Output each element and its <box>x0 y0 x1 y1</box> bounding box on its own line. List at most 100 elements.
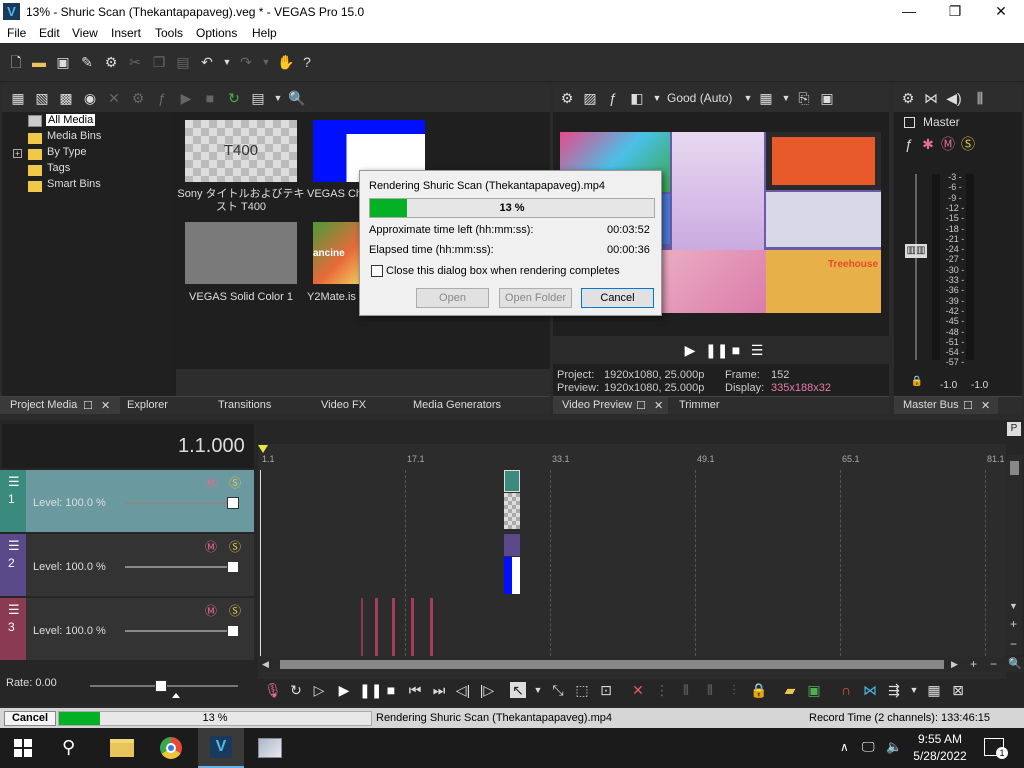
stop-icon[interactable]: ■ <box>728 342 744 358</box>
close-button[interactable]: ✕ <box>978 0 1024 24</box>
audio-clip[interactable] <box>375 598 378 656</box>
split-dropdown-icon[interactable]: ▼ <box>649 90 665 106</box>
video-clip[interactable] <box>504 534 520 556</box>
zoom-out-v-icon[interactable]: − <box>1010 637 1017 651</box>
track-menu-icon[interactable]: ☰ <box>8 474 20 490</box>
master-solo-icon[interactable]: Ⓢ <box>960 136 976 152</box>
tab-undock-icon[interactable]: ☐ <box>636 399 646 412</box>
delete-icon[interactable]: ✕ <box>630 682 646 698</box>
lock-icon[interactable]: 🔒 <box>909 374 925 390</box>
master-automation-icon[interactable]: ✱ <box>920 136 936 152</box>
ignore-grouping-icon[interactable]: ⊠ <box>950 682 966 698</box>
tab-video-preview[interactable]: Video Preview <box>562 399 632 411</box>
windows-start-icon[interactable] <box>14 739 32 757</box>
split-icon[interactable]: ⫶ <box>726 682 742 698</box>
properties-gear-icon[interactable]: ⚙ <box>103 54 119 70</box>
file-explorer-icon[interactable] <box>110 739 134 757</box>
playhead-marker[interactable] <box>258 445 268 453</box>
vertical-scrollbar[interactable]: ▲ ▼ + − <box>1007 455 1022 655</box>
track-level-knob[interactable] <box>227 497 239 509</box>
media-thumb-solid-color[interactable] <box>185 222 297 284</box>
tab-media-generators[interactable]: Media Generators <box>413 399 501 411</box>
tree-item-by-type[interactable]: By Type <box>47 146 87 158</box>
lock-envelopes-icon[interactable]: ▦ <box>926 682 942 698</box>
timeline-pause-icon[interactable]: ❚❚ <box>359 682 382 698</box>
media-properties-icon[interactable]: ⚙ <box>130 90 146 106</box>
track-level-slider[interactable] <box>125 502 235 504</box>
loop-playback-icon[interactable]: ↻ <box>288 682 304 698</box>
tray-chevron-icon[interactable]: ∧ <box>840 740 849 754</box>
insert-marker-icon[interactable]: ▰ <box>782 682 798 698</box>
hand-tool-icon[interactable]: ✋ <box>277 54 294 70</box>
views-icon[interactable]: ▤ <box>250 90 266 106</box>
redo-icon[interactable]: ↷ <box>238 54 254 70</box>
tab-undock-icon[interactable]: ☐ <box>963 399 973 412</box>
media-thumb-y2mate[interactable]: ancine <box>313 222 361 284</box>
undo-icon[interactable]: ↶ <box>199 54 215 70</box>
volume-icon[interactable]: 🔈 <box>886 739 902 755</box>
tab-trimmer[interactable]: Trimmer <box>679 399 720 411</box>
search-icon[interactable]: ⚲ <box>62 737 75 758</box>
play-icon[interactable]: ▶ <box>682 342 698 358</box>
vegas-taskbar-item[interactable]: V <box>198 728 244 768</box>
zoom-tool-icon[interactable]: 🔍 <box>1008 657 1022 670</box>
master-fx-icon[interactable]: ƒ <box>901 136 917 152</box>
selection-tool-icon[interactable]: ⬚ <box>574 682 590 698</box>
media-thumb-t400[interactable]: T400 <box>185 120 297 182</box>
track-menu-icon[interactable]: ☰ <box>8 538 20 554</box>
copy-snapshot-icon[interactable]: ⎘ <box>796 90 812 106</box>
faders-icon[interactable]: ⫼ <box>972 90 988 106</box>
new-file-icon[interactable]: 🗋 <box>8 54 24 70</box>
video-clip[interactable] <box>504 493 520 529</box>
save-as-icon[interactable]: ✎ <box>79 54 95 70</box>
envelope-tool-icon[interactable]: ⤡ <box>550 682 566 698</box>
rate-slider-knob[interactable] <box>155 680 167 692</box>
snapping-icon[interactable]: ∩ <box>838 682 854 698</box>
track-level-knob[interactable] <box>227 625 239 637</box>
media-play-icon[interactable]: ▶ <box>178 90 194 106</box>
trim-start-icon[interactable]: ⫴ <box>678 682 694 698</box>
tree-item-media-bins[interactable]: Media Bins <box>47 130 101 142</box>
paste-icon[interactable]: ▤ <box>175 54 191 70</box>
ripple-edit-icon[interactable]: ⇶ <box>886 682 902 698</box>
zoom-edit-tool-icon[interactable]: ⊡ <box>598 682 614 698</box>
h-scroll-thumb[interactable] <box>280 660 944 669</box>
menu-insert[interactable]: Insert <box>111 26 141 40</box>
save-icon[interactable]: ▣ <box>55 54 71 70</box>
horizontal-scrollbar[interactable]: ◀ ▶ + − 🔍 <box>258 657 1024 672</box>
lock-events-icon[interactable]: 🔒 <box>750 682 767 698</box>
scroll-down-icon[interactable]: ▼ <box>1009 601 1018 611</box>
track-3-header[interactable]: ☰ 3 Ⓜ Ⓢ Level: 100.0 % <box>0 598 254 660</box>
track-menu-icon[interactable]: ☰ <box>8 602 20 618</box>
scroll-right-icon[interactable]: ▶ <box>951 659 958 670</box>
menu-file[interactable]: File <box>7 26 26 40</box>
track-level-slider[interactable] <box>125 566 235 568</box>
ripple-dropdown-icon[interactable]: ▼ <box>906 682 922 698</box>
tab-close-icon[interactable]: ✕ <box>101 399 110 412</box>
normal-edit-tool-icon[interactable]: ↖ <box>510 682 526 698</box>
master-mute-icon[interactable]: Ⓜ <box>940 136 956 152</box>
app-icon[interactable] <box>258 738 282 758</box>
tree-item-all-media[interactable]: All Media <box>46 114 96 126</box>
audio-clip[interactable] <box>411 598 414 656</box>
media-fx-icon[interactable]: ƒ <box>154 90 170 106</box>
marker-icon[interactable]: P <box>1007 422 1021 436</box>
zoom-out-h-icon[interactable]: − <box>990 657 997 671</box>
video-fx-icon[interactable]: ƒ <box>605 90 621 106</box>
track-2-header[interactable]: ☰ 2 Ⓜ Ⓢ Level: 100.0 % <box>0 534 254 596</box>
track-mute-icon[interactable]: Ⓜ <box>205 474 217 491</box>
whats-this-help-icon[interactable]: ? <box>299 54 315 70</box>
menu-help[interactable]: Help <box>252 26 277 40</box>
audio-clip[interactable] <box>361 598 363 656</box>
tab-video-fx[interactable]: Video FX <box>321 399 366 411</box>
dialog-open-folder-button[interactable]: Open Folder <box>499 288 572 308</box>
tree-item-smart-bins[interactable]: Smart Bins <box>47 178 101 190</box>
record-icon[interactable]: 🎙 <box>264 682 282 698</box>
expand-icon[interactable]: + <box>13 149 22 158</box>
get-media-icon[interactable]: ▩ <box>58 90 74 106</box>
save-snapshot-icon[interactable]: ▣ <box>819 90 835 106</box>
tab-master-bus[interactable]: Master Bus <box>903 399 959 411</box>
transport-menu-icon[interactable]: ☰ <box>749 342 765 358</box>
tab-explorer[interactable]: Explorer <box>127 399 168 411</box>
quality-dropdown-icon[interactable]: ▼ <box>740 90 756 106</box>
